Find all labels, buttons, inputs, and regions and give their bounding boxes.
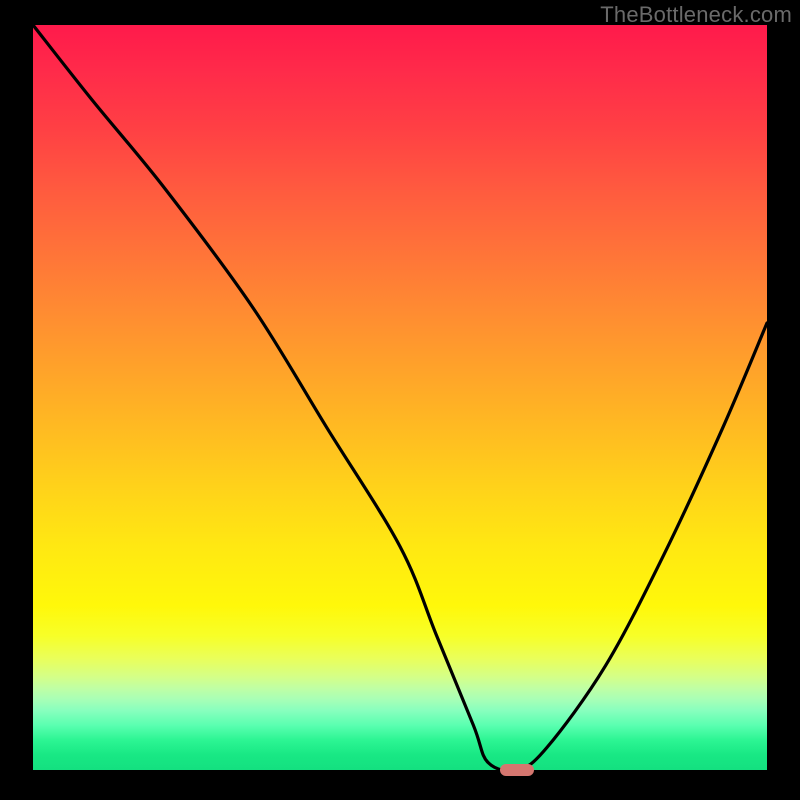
watermark-text: TheBottleneck.com: [600, 2, 792, 28]
optimal-marker: [500, 764, 534, 776]
plot-area: [33, 25, 767, 770]
bottleneck-curve: [33, 25, 767, 770]
chart-frame: TheBottleneck.com: [0, 0, 800, 800]
